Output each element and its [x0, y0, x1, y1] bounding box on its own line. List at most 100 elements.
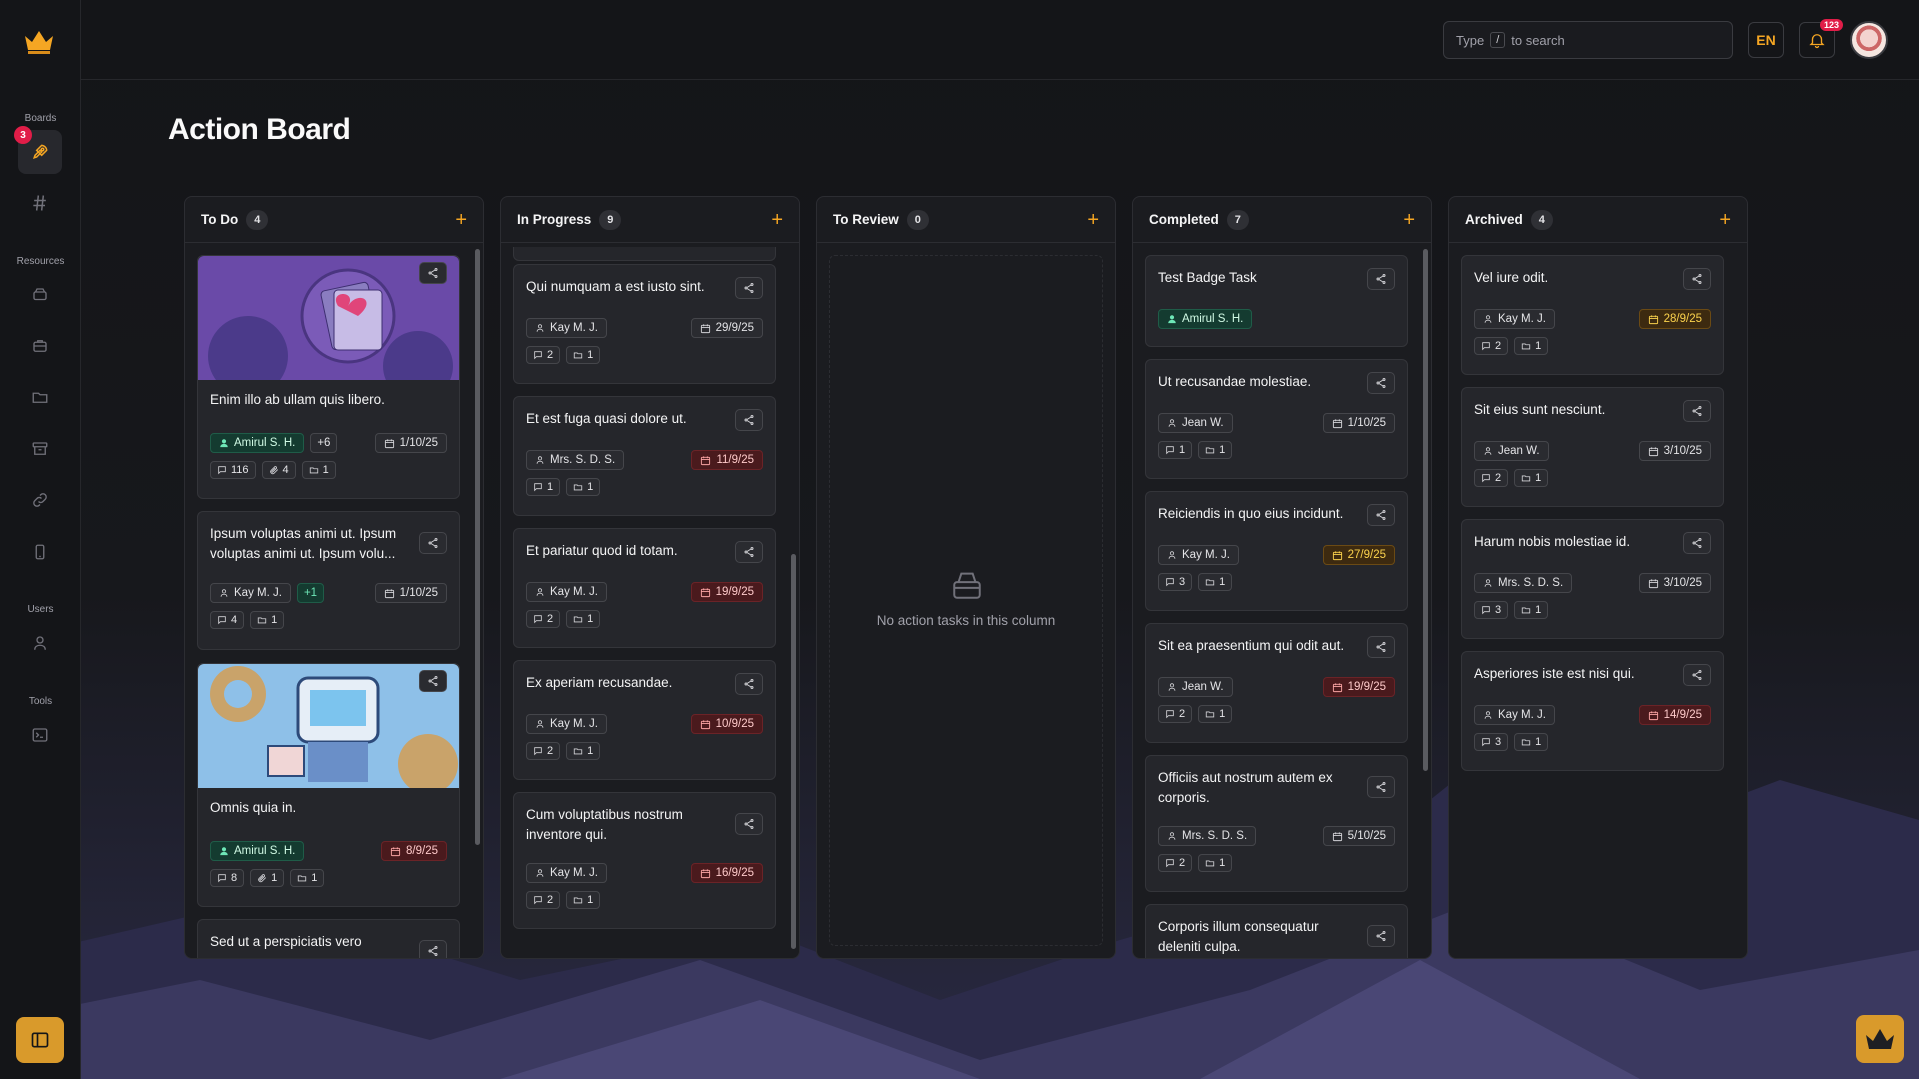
- due-date-pill[interactable]: 29/9/25: [690, 318, 763, 338]
- notifications-button[interactable]: 123: [1799, 19, 1844, 58]
- assignee-pill[interactable]: Jean W.: [1474, 441, 1549, 461]
- assignee-pill[interactable]: Mrs. S. D. S.: [1474, 573, 1573, 593]
- share-button[interactable]: [1683, 268, 1711, 290]
- share-button[interactable]: [419, 940, 447, 958]
- add-task-button[interactable]: +: [1719, 210, 1731, 230]
- task-card[interactable]: Et pariatur quod id totam. Kay M. J. 19/…: [513, 528, 776, 648]
- add-task-button[interactable]: +: [1087, 210, 1099, 230]
- sidebar-item-terminal[interactable]: [18, 713, 62, 757]
- assignee-pill[interactable]: Jean W.: [1158, 677, 1233, 697]
- assignee-pill[interactable]: Amirul S. H.: [210, 433, 305, 453]
- due-date-pill[interactable]: 11/9/25: [691, 450, 763, 470]
- share-button[interactable]: [735, 409, 763, 431]
- share-button[interactable]: [419, 670, 447, 692]
- task-card[interactable]: Enim illo ab ullam quis libero. Amirul S…: [197, 255, 460, 499]
- task-card[interactable]: Corporis illum consequatur deleniti culp…: [1145, 904, 1408, 958]
- user-avatar[interactable]: [1850, 21, 1888, 59]
- sidebar-item-links[interactable]: [18, 478, 62, 522]
- assignee-pill[interactable]: Kay M. J.: [1474, 309, 1555, 329]
- assignee-pill[interactable]: Amirul S. H.: [1158, 309, 1253, 329]
- scroll-thumb[interactable]: [1423, 249, 1428, 771]
- assignee-pill[interactable]: Amirul S. H.: [210, 841, 305, 861]
- folder-icon: [1205, 711, 1215, 718]
- task-card[interactable]: Sed ut a perspiciatis vero: [197, 919, 460, 958]
- assignee-pill[interactable]: Kay M. J.: [526, 582, 607, 602]
- sidebar-item-users[interactable]: [18, 621, 62, 665]
- assignee-pill[interactable]: Kay M. J.: [1474, 705, 1555, 725]
- scroll-thumb[interactable]: [475, 249, 480, 845]
- task-card-partial[interactable]: [513, 247, 776, 261]
- share-button[interactable]: [735, 673, 763, 695]
- sidebar-item-archive[interactable]: [18, 427, 62, 471]
- task-card[interactable]: Ex aperiam recusandae. Kay M. J. 10/9/25…: [513, 660, 776, 780]
- assignee-pill[interactable]: Kay M. J.: [210, 583, 291, 603]
- share-button[interactable]: [1367, 268, 1395, 290]
- sidebar-item-devices[interactable]: [18, 530, 62, 574]
- task-card[interactable]: Qui numquam a est iusto sint. Kay M. J. …: [513, 264, 776, 384]
- due-date-pill[interactable]: 28/9/25: [1638, 309, 1711, 329]
- due-date-pill[interactable]: 1/10/25: [1322, 413, 1395, 433]
- sidebar-item-channels[interactable]: [18, 181, 62, 225]
- add-task-button[interactable]: +: [455, 210, 467, 230]
- language-button[interactable]: EN: [1748, 22, 1784, 58]
- share-button[interactable]: [1367, 372, 1395, 394]
- due-date-pill[interactable]: 16/9/25: [690, 863, 763, 883]
- due-date-pill[interactable]: 3/10/25: [1638, 441, 1711, 461]
- task-card[interactable]: Test Badge Task Amirul S. H.: [1145, 255, 1408, 347]
- task-card[interactable]: Sit ea praesentium qui odit aut. Jean W.…: [1145, 623, 1408, 743]
- task-card[interactable]: Ut recusandae molestiae. Jean W. 1/10/25…: [1145, 359, 1408, 479]
- due-date-pill[interactable]: 14/9/25: [1638, 705, 1711, 725]
- search-input[interactable]: Type / to search: [1443, 21, 1733, 59]
- due-date: 14/9/25: [1663, 709, 1702, 721]
- assignee-pill[interactable]: Kay M. J.: [1158, 545, 1239, 565]
- task-card[interactable]: Omnis quia in. Amirul S. H. 8/9/25 8 1 1: [197, 663, 460, 907]
- sidebar-item-storage[interactable]: [18, 324, 62, 368]
- sidebar-toggle-button[interactable]: [16, 1017, 64, 1063]
- assignee-pill[interactable]: Kay M. J.: [526, 318, 607, 338]
- share-button[interactable]: [1683, 400, 1711, 422]
- task-card[interactable]: Cum voluptatibus nostrum inventore qui. …: [513, 792, 776, 929]
- due-date-pill[interactable]: 1/10/25: [374, 433, 447, 453]
- due-date-pill[interactable]: 27/9/25: [1322, 545, 1395, 565]
- assignee-name: Amirul S. H.: [1182, 313, 1244, 325]
- extra-assignees-pill[interactable]: +6: [310, 433, 338, 453]
- column-scrollbar[interactable]: [791, 249, 796, 949]
- task-card[interactable]: Et est fuga quasi dolore ut. Mrs. S. D. …: [513, 396, 776, 516]
- column-scrollbar[interactable]: [475, 249, 480, 949]
- column-scrollbar[interactable]: [1423, 249, 1428, 949]
- task-card[interactable]: Officiis aut nostrum autem ex corporis. …: [1145, 755, 1408, 892]
- share-button[interactable]: [419, 262, 447, 284]
- task-card[interactable]: Reiciendis in quo eius incidunt. Kay M. …: [1145, 491, 1408, 611]
- comment-icon: [534, 615, 542, 624]
- due-date-pill[interactable]: 19/9/25: [690, 582, 763, 602]
- assignee-pill[interactable]: Kay M. J.: [526, 863, 607, 883]
- sidebar-item-database[interactable]: [18, 273, 62, 317]
- add-task-button[interactable]: +: [771, 210, 783, 230]
- assignee-pill[interactable]: Kay M. J.: [526, 714, 607, 734]
- crown-logo-icon[interactable]: [22, 26, 56, 56]
- due-date-pill[interactable]: 8/9/25: [381, 841, 447, 861]
- task-card[interactable]: Harum nobis molestiae id. Mrs. S. D. S. …: [1461, 519, 1724, 639]
- crown-mascot-button[interactable]: [1856, 1015, 1904, 1063]
- assignee-pill[interactable]: Mrs. S. D. S.: [526, 450, 625, 470]
- task-card[interactable]: Sit eius sunt nesciunt. Jean W. 3/10/25 …: [1461, 387, 1724, 507]
- due-date-pill[interactable]: 3/10/25: [1638, 573, 1711, 593]
- add-task-button[interactable]: +: [1403, 210, 1415, 230]
- task-card[interactable]: Asperiores iste est nisi qui. Kay M. J. …: [1461, 651, 1724, 771]
- extra-assignees-pill[interactable]: +1: [296, 583, 325, 603]
- assignee-pill[interactable]: Jean W.: [1158, 413, 1233, 433]
- sidebar-item-action-board[interactable]: 3: [14, 126, 62, 174]
- task-card[interactable]: Ipsum voluptas animi ut. Ipsum voluptas …: [197, 511, 460, 650]
- due-date-pill[interactable]: 1/10/25: [374, 583, 447, 603]
- task-card[interactable]: Vel iure odit. Kay M. J. 28/9/25 2 1: [1461, 255, 1724, 375]
- sidebar-item-folders[interactable]: [18, 375, 62, 419]
- assignee-pill[interactable]: Mrs. S. D. S.: [1158, 826, 1257, 846]
- share-button[interactable]: [1683, 532, 1711, 554]
- card-title: Ipsum voluptas animi ut. Ipsum voluptas …: [210, 526, 397, 561]
- due-date-pill[interactable]: 19/9/25: [1322, 677, 1395, 697]
- due-date-pill[interactable]: 10/9/25: [690, 714, 763, 734]
- share-button[interactable]: [735, 541, 763, 563]
- share-button[interactable]: [1683, 664, 1711, 686]
- scroll-thumb[interactable]: [791, 554, 796, 949]
- due-date-pill[interactable]: 5/10/25: [1322, 826, 1395, 846]
